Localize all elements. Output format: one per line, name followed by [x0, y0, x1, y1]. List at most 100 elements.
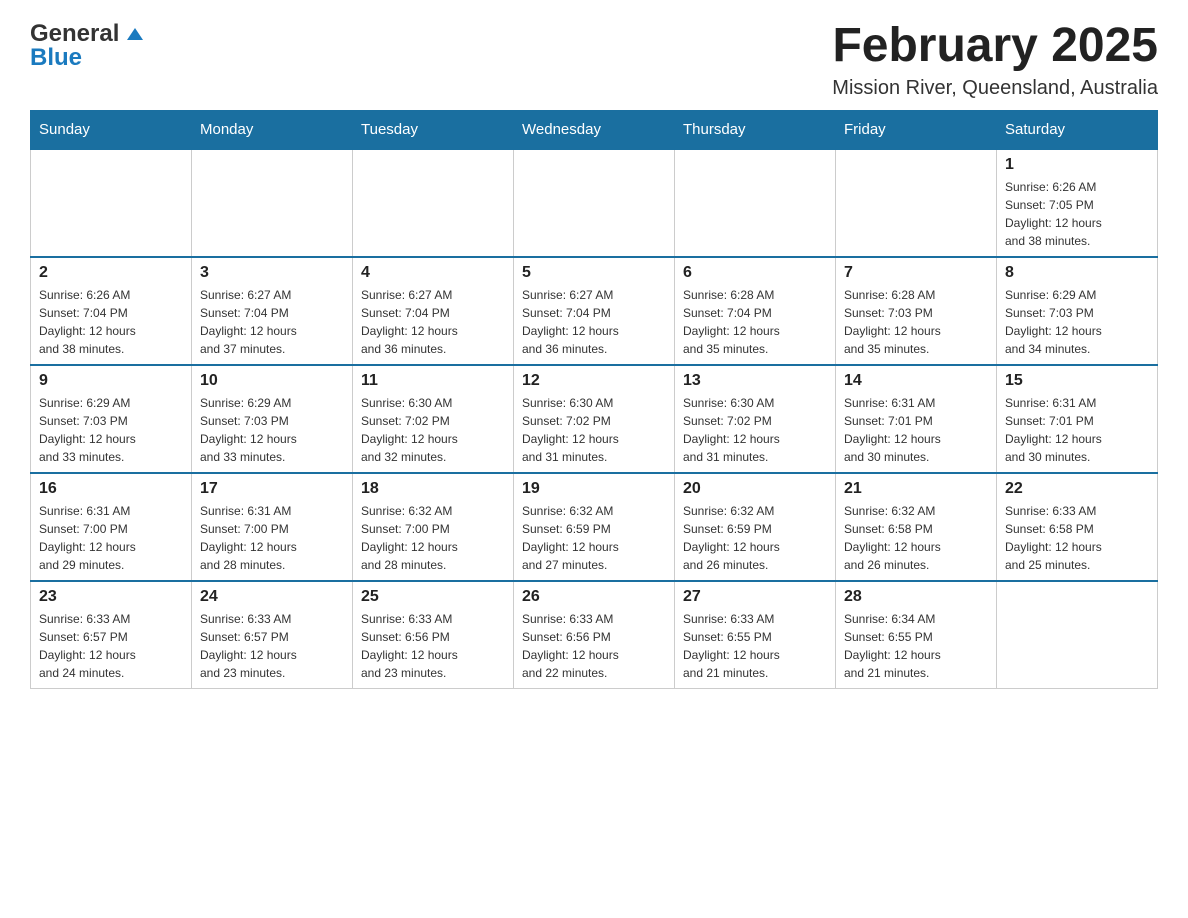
- day-info: Sunrise: 6:28 AM Sunset: 7:04 PM Dayligh…: [683, 286, 827, 358]
- day-info: Sunrise: 6:33 AM Sunset: 6:56 PM Dayligh…: [522, 610, 666, 682]
- calendar-header-row: SundayMondayTuesdayWednesdayThursdayFrid…: [31, 110, 1158, 149]
- calendar-cell: 16 Sunrise: 6:31 AM Sunset: 7:00 PM Dayli…: [31, 473, 192, 581]
- day-number: 10: [200, 372, 344, 390]
- weekday-header-saturday: Saturday: [997, 110, 1158, 149]
- day-number: 11: [361, 372, 505, 390]
- day-number: 5: [522, 264, 666, 282]
- day-info: Sunrise: 6:28 AM Sunset: 7:03 PM Dayligh…: [844, 286, 988, 358]
- calendar-cell: [997, 581, 1158, 689]
- calendar-cell: 7 Sunrise: 6:28 AM Sunset: 7:03 PM Daylig…: [836, 257, 997, 365]
- day-info: Sunrise: 6:33 AM Sunset: 6:56 PM Dayligh…: [361, 610, 505, 682]
- location-subtitle: Mission River, Queensland, Australia: [832, 77, 1158, 100]
- calendar-cell: 12 Sunrise: 6:30 AM Sunset: 7:02 PM Dayli…: [514, 365, 675, 473]
- calendar-cell: 13 Sunrise: 6:30 AM Sunset: 7:02 PM Dayli…: [675, 365, 836, 473]
- calendar-cell: 10Sunrise: 6:29 AM Sunset: 7:03 PM Dayli…: [192, 365, 353, 473]
- day-number: 20: [683, 480, 827, 498]
- calendar-cell: 15Sunrise: 6:31 AM Sunset: 7:01 PM Dayli…: [997, 365, 1158, 473]
- calendar-cell: 8 Sunrise: 6:29 AM Sunset: 7:03 PM Daylig…: [997, 257, 1158, 365]
- day-info: Sunrise: 6:33 AM Sunset: 6:55 PM Dayligh…: [683, 610, 827, 682]
- weekday-header-wednesday: Wednesday: [514, 110, 675, 149]
- day-info: Sunrise: 6:34 AM Sunset: 6:55 PM Dayligh…: [844, 610, 988, 682]
- calendar-cell: 14 Sunrise: 6:31 AM Sunset: 7:01 PM Dayli…: [836, 365, 997, 473]
- weekday-header-tuesday: Tuesday: [353, 110, 514, 149]
- calendar-cell: [675, 149, 836, 257]
- day-number: 25: [361, 588, 505, 606]
- week-row-4: 16 Sunrise: 6:31 AM Sunset: 7:00 PM Dayli…: [31, 473, 1158, 581]
- calendar-cell: 24 Sunrise: 6:33 AM Sunset: 6:57 PM Dayli…: [192, 581, 353, 689]
- day-info: Sunrise: 6:32 AM Sunset: 6:58 PM Dayligh…: [844, 502, 988, 574]
- day-number: 7: [844, 264, 988, 282]
- calendar-cell: 9 Sunrise: 6:29 AM Sunset: 7:03 PM Daylig…: [31, 365, 192, 473]
- day-info: Sunrise: 6:29 AM Sunset: 7:03 PM Dayligh…: [1005, 286, 1149, 358]
- calendar-cell: 5Sunrise: 6:27 AM Sunset: 7:04 PM Daylig…: [514, 257, 675, 365]
- week-row-5: 23 Sunrise: 6:33 AM Sunset: 6:57 PM Dayli…: [31, 581, 1158, 689]
- logo-triangle-icon: [121, 20, 149, 48]
- day-number: 27: [683, 588, 827, 606]
- day-number: 4: [361, 264, 505, 282]
- day-number: 19: [522, 480, 666, 498]
- day-info: Sunrise: 6:26 AM Sunset: 7:05 PM Dayligh…: [1005, 178, 1149, 250]
- day-info: Sunrise: 6:32 AM Sunset: 7:00 PM Dayligh…: [361, 502, 505, 574]
- weekday-header-thursday: Thursday: [675, 110, 836, 149]
- title-section: February 2025 Mission River, Queensland,…: [832, 20, 1158, 100]
- calendar-cell: 3 Sunrise: 6:27 AM Sunset: 7:04 PM Daylig…: [192, 257, 353, 365]
- weekday-header-friday: Friday: [836, 110, 997, 149]
- calendar-cell: 27 Sunrise: 6:33 AM Sunset: 6:55 PM Dayli…: [675, 581, 836, 689]
- calendar-cell: 4Sunrise: 6:27 AM Sunset: 7:04 PM Daylig…: [353, 257, 514, 365]
- weekday-header-sunday: Sunday: [31, 110, 192, 149]
- day-number: 8: [1005, 264, 1149, 282]
- calendar-cell: 11 Sunrise: 6:30 AM Sunset: 7:02 PM Dayli…: [353, 365, 514, 473]
- week-row-1: 1 Sunrise: 6:26 AM Sunset: 7:05 PM Daylig…: [31, 149, 1158, 257]
- logo: General Blue: [30, 20, 149, 72]
- day-number: 18: [361, 480, 505, 498]
- day-info: Sunrise: 6:31 AM Sunset: 7:01 PM Dayligh…: [844, 394, 988, 466]
- calendar-cell: 2 Sunrise: 6:26 AM Sunset: 7:04 PM Daylig…: [31, 257, 192, 365]
- day-info: Sunrise: 6:30 AM Sunset: 7:02 PM Dayligh…: [522, 394, 666, 466]
- calendar-cell: 23 Sunrise: 6:33 AM Sunset: 6:57 PM Dayli…: [31, 581, 192, 689]
- day-number: 28: [844, 588, 988, 606]
- calendar-cell: [192, 149, 353, 257]
- calendar-cell: [31, 149, 192, 257]
- calendar-cell: 25 Sunrise: 6:33 AM Sunset: 6:56 PM Dayli…: [353, 581, 514, 689]
- day-info: Sunrise: 6:33 AM Sunset: 6:57 PM Dayligh…: [39, 610, 183, 682]
- day-number: 9: [39, 372, 183, 390]
- calendar-cell: 20Sunrise: 6:32 AM Sunset: 6:59 PM Dayli…: [675, 473, 836, 581]
- day-number: 12: [522, 372, 666, 390]
- day-info: Sunrise: 6:29 AM Sunset: 7:03 PM Dayligh…: [39, 394, 183, 466]
- week-row-3: 9 Sunrise: 6:29 AM Sunset: 7:03 PM Daylig…: [31, 365, 1158, 473]
- calendar-cell: 28 Sunrise: 6:34 AM Sunset: 6:55 PM Dayli…: [836, 581, 997, 689]
- day-number: 14: [844, 372, 988, 390]
- day-info: Sunrise: 6:33 AM Sunset: 6:58 PM Dayligh…: [1005, 502, 1149, 574]
- day-number: 22: [1005, 480, 1149, 498]
- calendar-cell: 26 Sunrise: 6:33 AM Sunset: 6:56 PM Dayli…: [514, 581, 675, 689]
- day-number: 21: [844, 480, 988, 498]
- day-info: Sunrise: 6:31 AM Sunset: 7:00 PM Dayligh…: [200, 502, 344, 574]
- day-number: 23: [39, 588, 183, 606]
- day-info: Sunrise: 6:30 AM Sunset: 7:02 PM Dayligh…: [683, 394, 827, 466]
- day-number: 24: [200, 588, 344, 606]
- day-number: 13: [683, 372, 827, 390]
- calendar-cell: [514, 149, 675, 257]
- weekday-header-monday: Monday: [192, 110, 353, 149]
- calendar-cell: 22 Sunrise: 6:33 AM Sunset: 6:58 PM Dayli…: [997, 473, 1158, 581]
- day-info: Sunrise: 6:31 AM Sunset: 7:01 PM Dayligh…: [1005, 394, 1149, 466]
- day-info: Sunrise: 6:33 AM Sunset: 6:57 PM Dayligh…: [200, 610, 344, 682]
- day-number: 2: [39, 264, 183, 282]
- day-info: Sunrise: 6:31 AM Sunset: 7:00 PM Dayligh…: [39, 502, 183, 574]
- day-number: 3: [200, 264, 344, 282]
- week-row-2: 2 Sunrise: 6:26 AM Sunset: 7:04 PM Daylig…: [31, 257, 1158, 365]
- day-number: 16: [39, 480, 183, 498]
- calendar-cell: 21 Sunrise: 6:32 AM Sunset: 6:58 PM Dayli…: [836, 473, 997, 581]
- day-number: 26: [522, 588, 666, 606]
- day-number: 17: [200, 480, 344, 498]
- calendar-cell: 6Sunrise: 6:28 AM Sunset: 7:04 PM Daylig…: [675, 257, 836, 365]
- calendar-cell: 17 Sunrise: 6:31 AM Sunset: 7:00 PM Dayli…: [192, 473, 353, 581]
- day-info: Sunrise: 6:26 AM Sunset: 7:04 PM Dayligh…: [39, 286, 183, 358]
- day-number: 1: [1005, 156, 1149, 174]
- calendar-cell: 1 Sunrise: 6:26 AM Sunset: 7:05 PM Daylig…: [997, 149, 1158, 257]
- day-info: Sunrise: 6:27 AM Sunset: 7:04 PM Dayligh…: [200, 286, 344, 358]
- month-title: February 2025: [832, 20, 1158, 73]
- day-info: Sunrise: 6:30 AM Sunset: 7:02 PM Dayligh…: [361, 394, 505, 466]
- calendar-table: SundayMondayTuesdayWednesdayThursdayFrid…: [30, 110, 1158, 689]
- calendar-cell: [353, 149, 514, 257]
